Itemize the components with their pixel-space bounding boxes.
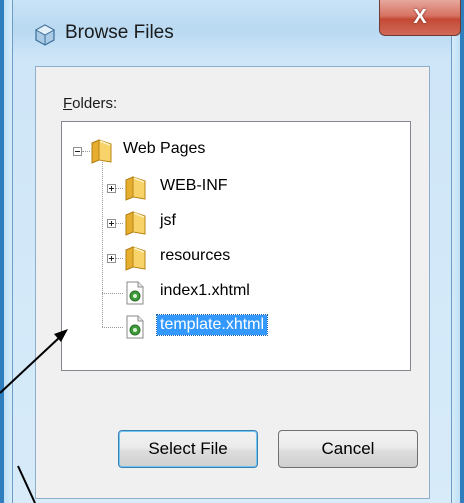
expand-icon[interactable]	[107, 254, 116, 263]
dialog-title: Browse Files	[65, 22, 174, 43]
app-cube-icon	[35, 24, 55, 46]
browse-files-dialog: Browse Files X Folders: Web Pages WEB-IN…	[12, 0, 461, 503]
folder-icon	[125, 246, 146, 271]
folder-icon	[125, 211, 146, 236]
folder-icon	[125, 176, 146, 201]
tree-item-label: WEB-INF	[160, 177, 228, 194]
xhtml-file-icon	[126, 315, 144, 339]
folders-label-accelerator: F	[63, 95, 73, 112]
close-icon: X	[413, 6, 427, 28]
expand-icon[interactable]	[107, 184, 116, 193]
folders-label: Folders:	[63, 95, 117, 112]
expand-icon[interactable]	[107, 219, 116, 228]
collapse-icon[interactable]	[73, 147, 82, 156]
background-window-edge-right	[452, 0, 464, 503]
tree-item-label: index1.xhtml	[160, 282, 250, 299]
tree-connector	[82, 151, 90, 153]
tree-item-label-selected: template.xhtml	[155, 314, 269, 336]
background-window-edge	[0, 0, 12, 503]
cancel-button[interactable]: Cancel	[278, 430, 418, 468]
dialog-client-area: Folders: Web Pages WEB-INF jsf resources…	[35, 66, 430, 499]
select-file-button[interactable]: Select File	[118, 430, 258, 468]
close-button[interactable]: X	[379, 0, 461, 36]
xhtml-file-icon	[126, 281, 144, 305]
title-bar[interactable]: Browse Files X	[13, 0, 461, 66]
folder-open-icon	[91, 139, 112, 164]
tree-connector	[102, 293, 123, 295]
tree-item-label: resources	[160, 247, 231, 264]
tree-connector	[102, 327, 123, 329]
folders-label-text: olders:	[72, 95, 118, 112]
tree-item-label: Web Pages	[123, 140, 206, 157]
folder-tree[interactable]: Web Pages WEB-INF jsf resources index1.x…	[61, 121, 411, 371]
tree-connector	[102, 162, 104, 327]
tree-item-label: jsf	[160, 212, 176, 229]
